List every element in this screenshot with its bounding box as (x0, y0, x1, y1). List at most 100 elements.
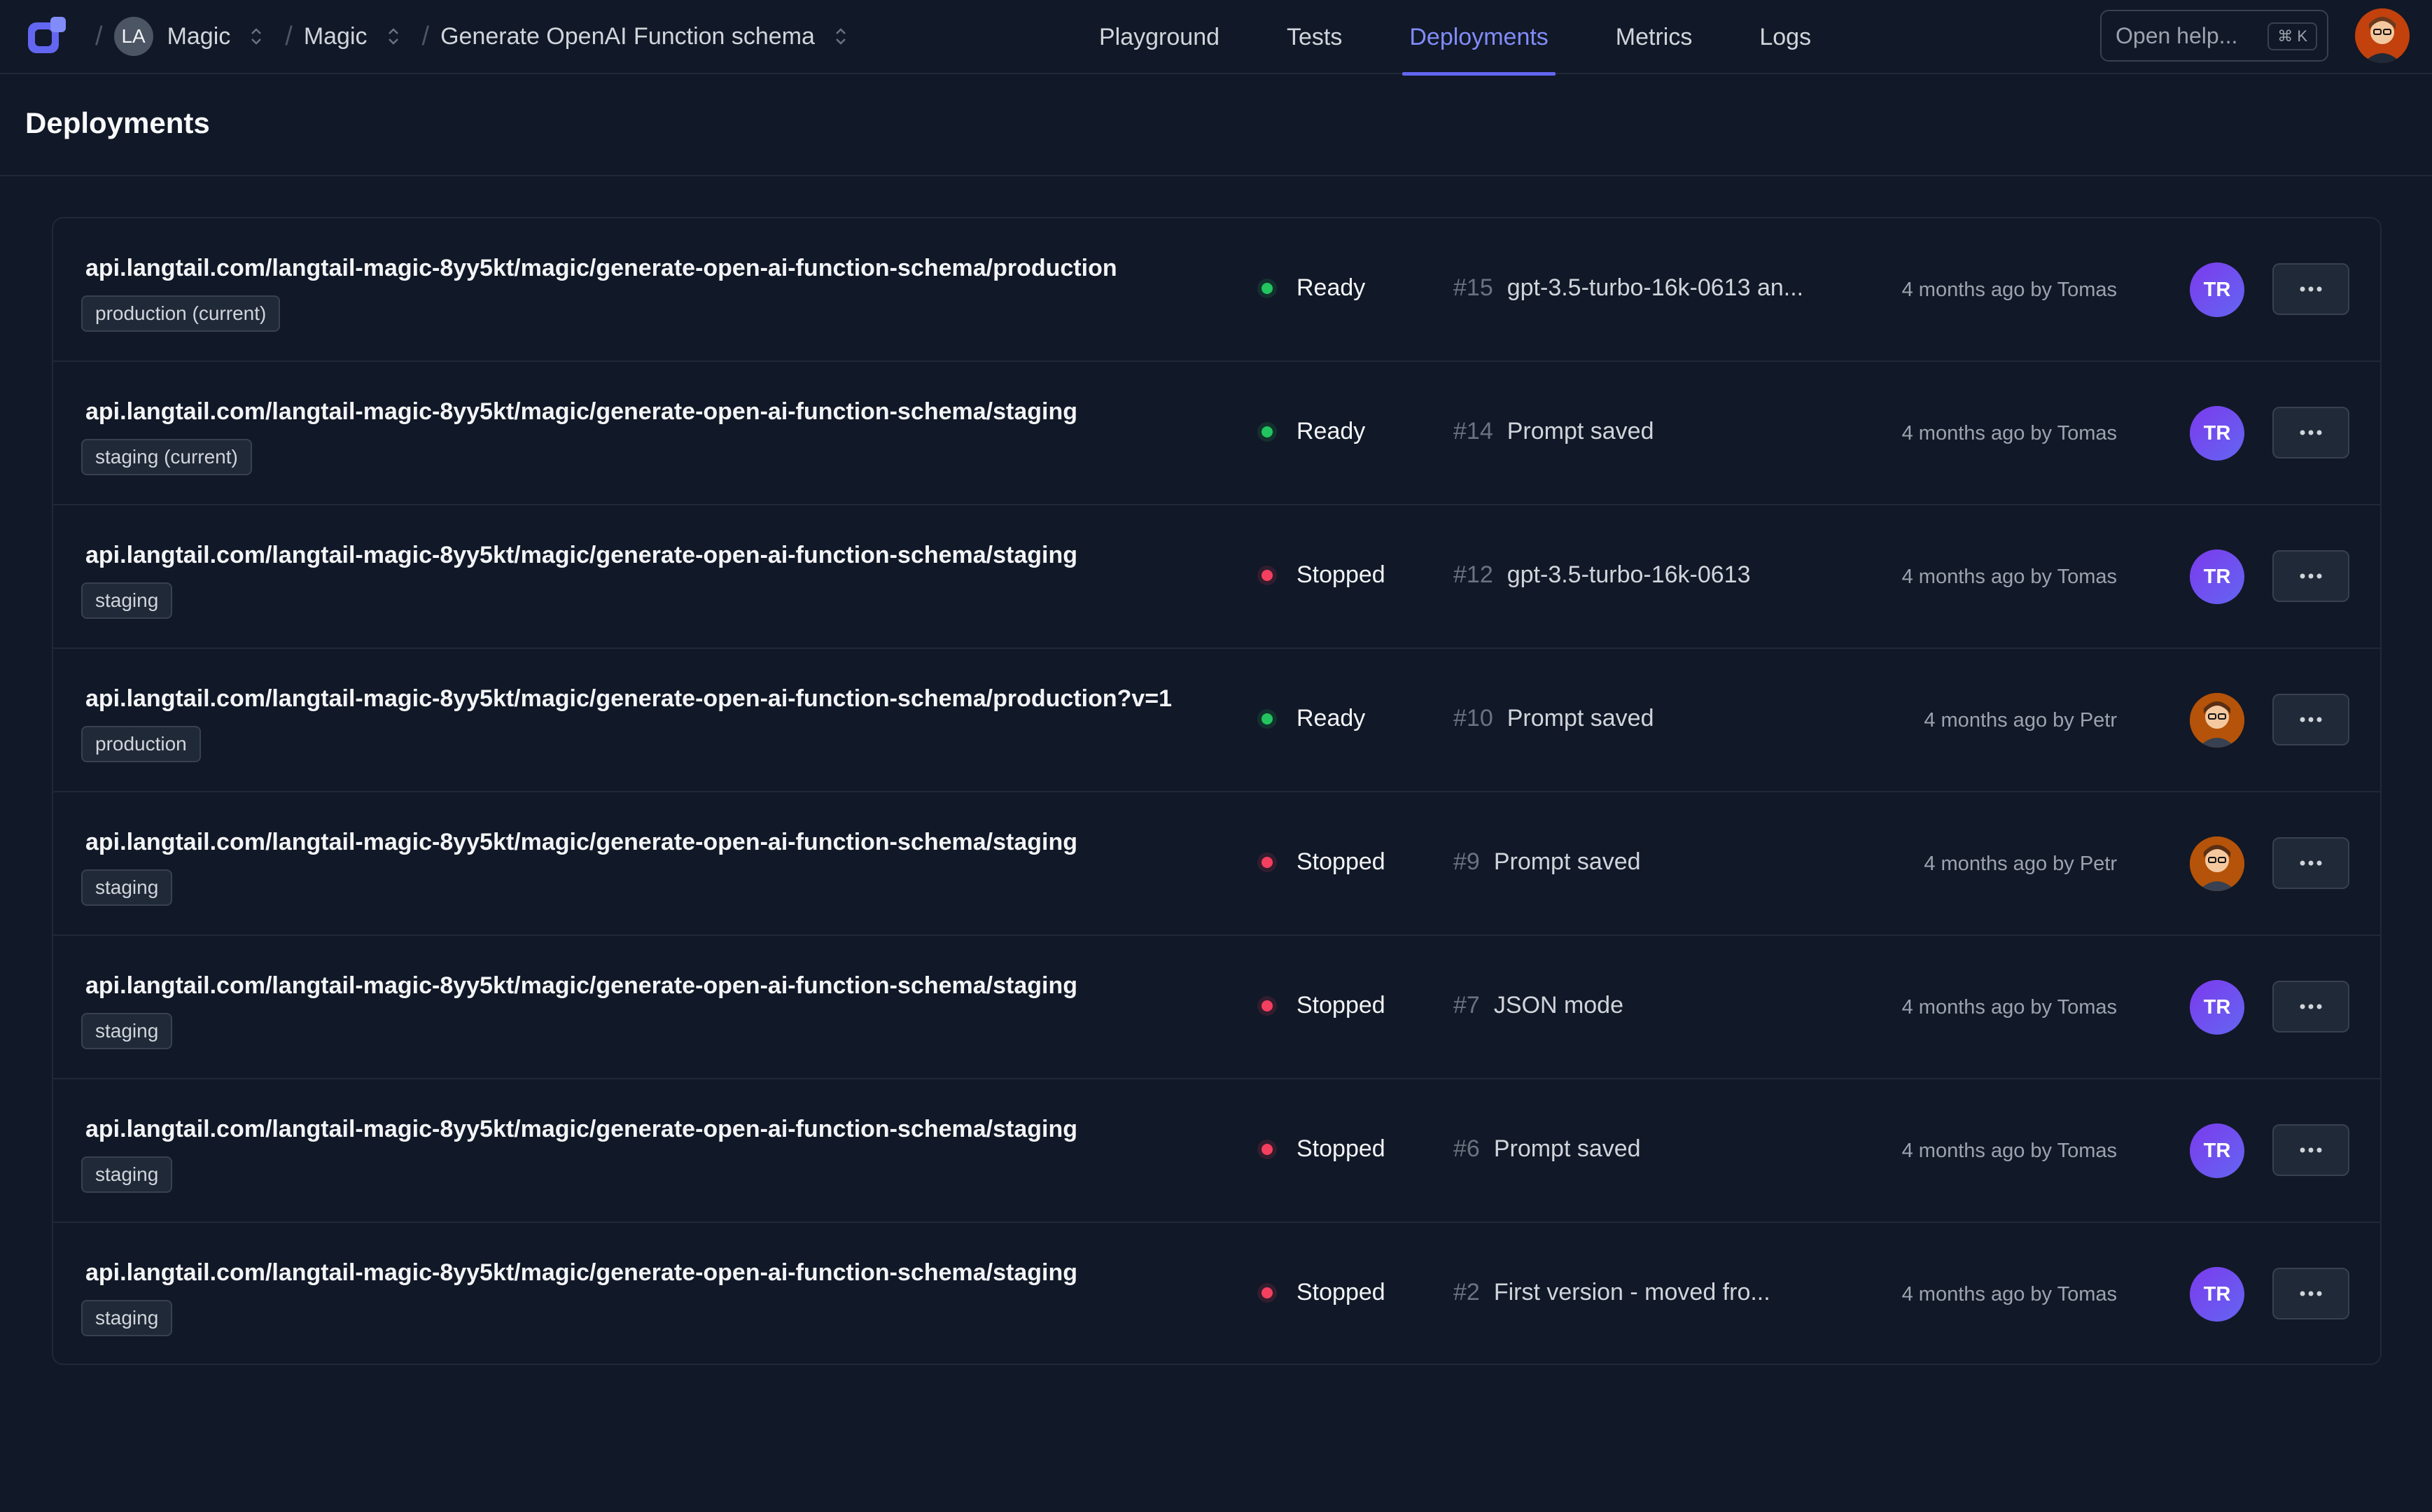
environment-tag: production (current) (81, 295, 281, 332)
deployment-status: Stopped (1262, 561, 1385, 589)
version-info[interactable]: #12 gpt-3.5-turbo-16k-0613 (1453, 561, 1751, 589)
version-info[interactable]: #6 Prompt saved (1453, 1135, 1641, 1163)
more-horizontal-icon (2300, 1004, 2322, 1009)
tab-logs[interactable]: Logs (1752, 0, 1818, 74)
version-message: First version - moved fro... (1493, 1279, 1770, 1306)
langtail-logo-icon[interactable] (25, 15, 69, 56)
environment-tag: staging (current) (81, 439, 252, 475)
main-nav: Playground Tests Deployments Metrics Log… (1092, 0, 1871, 76)
deployed-when: 4 months ago by Tomas (1901, 1283, 2117, 1306)
table-row[interactable]: api.langtail.com/langtail-magic-8yy5kt/m… (53, 218, 2380, 362)
status-dot-icon (1262, 856, 1273, 868)
deployed-when: 4 months ago by Tomas (1901, 422, 2117, 444)
top-bar: / LA Magic / Magic / Generate OpenAI Fun… (0, 0, 2432, 76)
more-horizontal-icon (2300, 1147, 2322, 1153)
version-info[interactable]: #14 Prompt saved (1453, 418, 1654, 445)
version-info[interactable]: #15 gpt-3.5-turbo-16k-0613 an... (1453, 274, 1803, 302)
more-horizontal-icon (2300, 717, 2322, 722)
more-options-button[interactable] (2272, 407, 2349, 458)
chevron-up-down-icon (251, 28, 262, 45)
divider (0, 175, 2432, 176)
status-dot-icon (1262, 282, 1273, 294)
status-label: Ready (1297, 274, 1366, 301)
status-label: Ready (1297, 418, 1366, 444)
status-dot-icon (1262, 1287, 1273, 1298)
breadcrumb-project[interactable]: Magic (304, 23, 401, 50)
workspace-avatar: LA (113, 17, 153, 56)
more-horizontal-icon (2300, 286, 2322, 292)
tab-playground[interactable]: Playground (1092, 0, 1227, 74)
author-photo-icon (2190, 836, 2244, 891)
deployment-url[interactable]: api.langtail.com/langtail-magic-8yy5kt/m… (85, 398, 1077, 426)
version-info[interactable]: #7 JSON mode (1453, 992, 1623, 1019)
deployment-url[interactable]: api.langtail.com/langtail-magic-8yy5kt/m… (85, 972, 1077, 1000)
keyboard-shortcut: ⌘ K (2267, 22, 2317, 50)
author-avatar: TR (2190, 980, 2244, 1035)
tab-metrics[interactable]: Metrics (1609, 0, 1700, 74)
table-row[interactable]: api.langtail.com/langtail-magic-8yy5kt/m… (53, 649, 2380, 792)
status-label: Stopped (1297, 561, 1385, 588)
version-number: #2 (1453, 1279, 1480, 1306)
open-help-button[interactable]: Open help... ⌘ K (2100, 10, 2328, 62)
more-options-button[interactable] (2272, 1268, 2349, 1320)
tab-deployments[interactable]: Deployments (1402, 0, 1556, 76)
status-label: Ready (1297, 705, 1366, 732)
more-options-button[interactable] (2272, 1124, 2349, 1176)
table-row[interactable]: api.langtail.com/langtail-magic-8yy5kt/m… (53, 362, 2380, 505)
breadcrumb-separator: / (95, 21, 103, 51)
table-row[interactable]: api.langtail.com/langtail-magic-8yy5kt/m… (53, 505, 2380, 649)
deployment-url[interactable]: api.langtail.com/langtail-magic-8yy5kt/m… (85, 1259, 1077, 1287)
table-row[interactable]: api.langtail.com/langtail-magic-8yy5kt/m… (53, 936, 2380, 1079)
version-message: Prompt saved (1493, 1135, 1641, 1162)
version-info[interactable]: #10 Prompt saved (1453, 705, 1654, 732)
deployment-url[interactable]: api.langtail.com/langtail-magic-8yy5kt/m… (85, 255, 1117, 282)
more-options-button[interactable] (2272, 837, 2349, 889)
status-dot-icon (1262, 713, 1273, 724)
tab-tests[interactable]: Tests (1280, 0, 1349, 74)
version-number: #10 (1453, 705, 1493, 732)
user-avatar[interactable] (2355, 8, 2410, 63)
environment-tag: production (81, 726, 201, 762)
status-label: Stopped (1297, 1279, 1385, 1306)
table-row[interactable]: api.langtail.com/langtail-magic-8yy5kt/m… (53, 792, 2380, 936)
table-row[interactable]: api.langtail.com/langtail-magic-8yy5kt/m… (53, 1223, 2380, 1364)
more-options-button[interactable] (2272, 981, 2349, 1032)
more-options-button[interactable] (2272, 550, 2349, 602)
deployed-when: 4 months ago by Petr (1924, 709, 2117, 732)
deployment-url[interactable]: api.langtail.com/langtail-magic-8yy5kt/m… (85, 1116, 1077, 1143)
more-options-button[interactable] (2272, 694, 2349, 746)
more-horizontal-icon (2300, 430, 2322, 435)
version-message: gpt-3.5-turbo-16k-0613 an... (1507, 274, 1804, 301)
breadcrumb-label: Generate OpenAI Function schema (440, 22, 815, 50)
version-message: JSON mode (1493, 992, 1624, 1018)
deployment-status: Stopped (1262, 848, 1385, 876)
deployed-when: 4 months ago by Tomas (1901, 566, 2117, 588)
version-message: Prompt saved (1507, 418, 1654, 444)
author-avatar (2190, 693, 2244, 748)
chevron-up-down-icon (836, 28, 846, 45)
breadcrumb-label: Magic (167, 22, 231, 50)
breadcrumb-separator: / (421, 21, 430, 51)
deployment-status: Ready (1262, 705, 1365, 732)
deployment-status: Ready (1262, 274, 1365, 302)
author-avatar: TR (2190, 1267, 2244, 1322)
breadcrumb-prompt[interactable]: Generate OpenAI Function schema (440, 23, 848, 50)
version-number: #14 (1453, 418, 1493, 444)
version-info[interactable]: #9 Prompt saved (1453, 848, 1641, 876)
environment-tag: staging (81, 582, 173, 619)
more-horizontal-icon (2300, 1291, 2322, 1296)
environment-tag: staging (81, 1156, 173, 1193)
deployment-url[interactable]: api.langtail.com/langtail-magic-8yy5kt/m… (85, 829, 1077, 856)
more-options-button[interactable] (2272, 263, 2349, 315)
version-info[interactable]: #2 First version - moved fro... (1453, 1279, 1770, 1306)
environment-tag: staging (81, 1013, 173, 1049)
author-avatar: TR (2190, 406, 2244, 461)
breadcrumb-workspace[interactable]: LA Magic (113, 17, 265, 56)
deployments-table: api.langtail.com/langtail-magic-8yy5kt/m… (52, 217, 2382, 1365)
table-row[interactable]: api.langtail.com/langtail-magic-8yy5kt/m… (53, 1079, 2380, 1223)
breadcrumb-label: Magic (303, 22, 368, 50)
deployment-url[interactable]: api.langtail.com/langtail-magic-8yy5kt/m… (85, 685, 1172, 713)
deployment-url[interactable]: api.langtail.com/langtail-magic-8yy5kt/m… (85, 542, 1077, 569)
version-number: #7 (1453, 992, 1480, 1018)
deployment-status: Stopped (1262, 1279, 1385, 1306)
